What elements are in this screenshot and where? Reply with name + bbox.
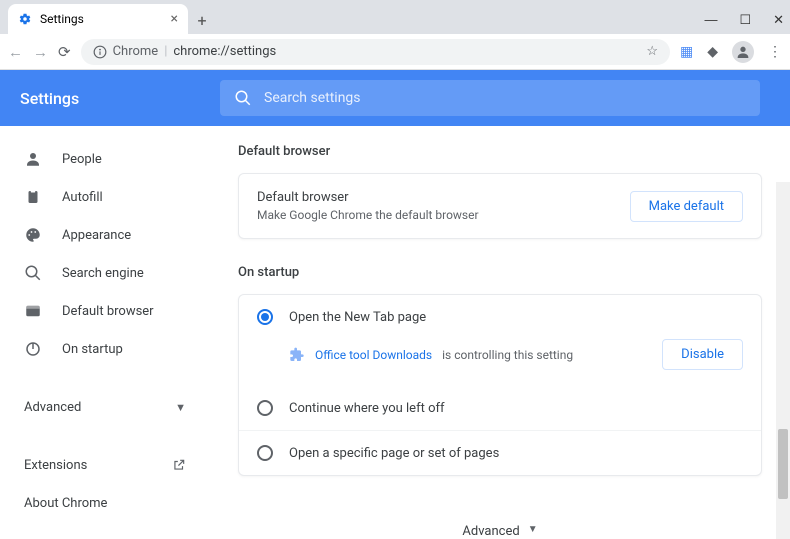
card-on-startup: Open the New Tab page Office tool Downlo… bbox=[238, 294, 762, 476]
sidebar-item-autofill[interactable]: Autofill bbox=[0, 178, 210, 216]
url-divider: | bbox=[164, 44, 167, 59]
extension-name[interactable]: Office tool Downloads bbox=[315, 348, 432, 362]
search-icon bbox=[234, 89, 252, 107]
chevron-down-icon: ▼ bbox=[175, 401, 186, 414]
radio-specific-page[interactable]: Open a specific page or set of pages bbox=[239, 430, 761, 475]
maximize-button[interactable]: ☐ bbox=[739, 12, 751, 28]
scrollbar[interactable] bbox=[776, 182, 790, 539]
profile-avatar-icon[interactable] bbox=[732, 41, 754, 63]
page-title: Settings bbox=[20, 89, 180, 108]
disable-button[interactable]: Disable bbox=[662, 339, 743, 370]
reload-icon[interactable]: ⟳ bbox=[58, 43, 71, 61]
default-browser-heading: Default browser bbox=[257, 190, 479, 205]
sidebar-extensions-label: Extensions bbox=[24, 458, 87, 473]
gear-icon bbox=[18, 12, 32, 26]
browser-titlebar: Settings × + — ☐ ✕ bbox=[0, 0, 790, 34]
search-icon bbox=[24, 264, 42, 282]
sidebar-item-label: Search engine bbox=[62, 266, 144, 281]
sidebar-item-on-startup[interactable]: On startup bbox=[0, 330, 210, 368]
radio-label: Open a specific page or set of pages bbox=[289, 446, 499, 461]
extension1-icon[interactable]: ▦ bbox=[680, 44, 693, 60]
radio-continue[interactable]: Continue where you left off bbox=[239, 386, 761, 430]
close-button[interactable]: ✕ bbox=[773, 12, 784, 28]
extension-suffix: is controlling this setting bbox=[442, 348, 573, 362]
scrollbar-thumb[interactable] bbox=[778, 429, 788, 499]
radio-icon[interactable] bbox=[257, 400, 273, 416]
settings-content: Default browser Default browser Make Goo… bbox=[210, 126, 790, 539]
address-bar: ← → ⟳ Chrome | chrome://settings ☆ ▦ ◆ ⋮ bbox=[0, 34, 790, 70]
sidebar-about-label: About Chrome bbox=[24, 496, 107, 511]
url-scheme-label: Chrome bbox=[113, 44, 159, 59]
menu-icon[interactable]: ⋮ bbox=[768, 44, 782, 60]
section-default-browser: Default browser bbox=[238, 144, 762, 159]
sidebar-advanced-label: Advanced bbox=[24, 400, 81, 415]
sidebar: People Autofill Appearance Search engine… bbox=[0, 126, 210, 539]
extension2-icon[interactable]: ◆ bbox=[707, 44, 718, 60]
sidebar-about-chrome[interactable]: About Chrome bbox=[0, 484, 210, 522]
sidebar-item-label: On startup bbox=[62, 342, 123, 357]
new-tab-button[interactable]: + bbox=[188, 6, 216, 34]
browser-icon bbox=[24, 302, 42, 320]
clipboard-icon bbox=[24, 188, 42, 206]
window-controls: — ☐ ✕ bbox=[694, 12, 790, 34]
default-browser-sub: Make Google Chrome the default browser bbox=[257, 208, 479, 222]
minimize-button[interactable]: — bbox=[704, 12, 717, 28]
advanced-footer-label: Advanced bbox=[462, 524, 519, 539]
sidebar-item-label: Appearance bbox=[62, 228, 131, 243]
sidebar-item-default-browser[interactable]: Default browser bbox=[0, 292, 210, 330]
section-on-startup: On startup bbox=[238, 265, 762, 280]
settings-header: Settings bbox=[0, 70, 790, 126]
power-icon bbox=[24, 340, 42, 358]
extension-puzzle-icon bbox=[289, 347, 305, 363]
radio-label: Open the New Tab page bbox=[289, 310, 426, 325]
radio-open-new-tab[interactable]: Open the New Tab page bbox=[239, 295, 761, 339]
card-default-browser: Default browser Make Google Chrome the d… bbox=[238, 173, 762, 239]
radio-icon[interactable] bbox=[257, 309, 273, 325]
url-text: chrome://settings bbox=[173, 44, 276, 59]
sidebar-extensions[interactable]: Extensions bbox=[0, 446, 210, 484]
radio-icon[interactable] bbox=[257, 445, 273, 461]
make-default-button[interactable]: Make default bbox=[630, 191, 743, 222]
sidebar-item-people[interactable]: People bbox=[0, 140, 210, 178]
tab-close-icon[interactable]: × bbox=[171, 11, 178, 27]
palette-icon bbox=[24, 226, 42, 244]
external-link-icon bbox=[172, 458, 186, 472]
search-settings-box[interactable] bbox=[220, 80, 760, 116]
star-icon[interactable]: ☆ bbox=[646, 44, 658, 59]
extension-controlling-row: Office tool Downloads is controlling thi… bbox=[239, 339, 761, 386]
search-input[interactable] bbox=[264, 90, 746, 106]
browser-tab[interactable]: Settings × bbox=[8, 4, 188, 34]
chevron-down-icon: ▼ bbox=[528, 524, 538, 539]
sidebar-item-search-engine[interactable]: Search engine bbox=[0, 254, 210, 292]
sidebar-advanced[interactable]: Advanced ▼ bbox=[0, 388, 210, 426]
sidebar-item-label: People bbox=[62, 152, 102, 167]
tab-title: Settings bbox=[40, 12, 84, 26]
forward-icon[interactable]: → bbox=[33, 43, 48, 61]
advanced-footer[interactable]: Advanced ▼ bbox=[238, 502, 762, 539]
omnibox[interactable]: Chrome | chrome://settings ☆ bbox=[81, 39, 670, 65]
radio-label: Continue where you left off bbox=[289, 401, 445, 416]
sidebar-item-label: Default browser bbox=[62, 304, 154, 319]
sidebar-item-appearance[interactable]: Appearance bbox=[0, 216, 210, 254]
back-icon[interactable]: ← bbox=[8, 43, 23, 61]
site-info-icon bbox=[93, 45, 107, 59]
person-icon bbox=[24, 150, 42, 168]
sidebar-item-label: Autofill bbox=[62, 190, 103, 205]
